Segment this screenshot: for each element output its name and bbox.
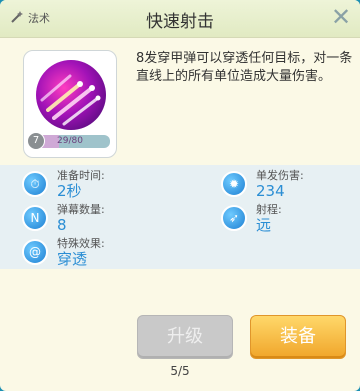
close-icon[interactable]: ✕ [328,4,354,30]
stat-label: 单发伤害: [256,168,304,182]
skill-detail-panel: 法术 快速射击 ✕ 29/80 7 8发穿甲弹可以穿透任何目标，对一条直线上的所… [0,0,360,391]
stat-value: 2秒 [57,181,82,200]
fast-shot-icon [36,60,106,130]
page-indicator: 5/5 [170,364,190,378]
upgrade-button[interactable]: 升级 [137,315,233,359]
stat-special-effect: @ 特殊效果: 穿透 [22,235,105,269]
panel-title: 快速射击 [146,12,214,32]
skill-description: 8发穿甲弹可以穿透任何目标，对一条直线上的所有单位造成大量伤害。 [136,51,353,84]
stat-value: 234 [256,181,285,200]
stat-value: 远 [256,215,272,234]
stat-barrage-count: N 弹幕数量: 8 [22,201,105,235]
range-icon: ➶ [221,205,247,231]
stat-single-damage: ✹ 单发伤害: 234 [221,167,304,201]
stat-value: 穿透 [57,249,88,268]
equip-button[interactable]: 装备 [250,315,346,359]
skill-card[interactable]: 29/80 7 [23,50,117,158]
stats-panel: ⏱ 准备时间: 2秒 ✹ 单发伤害: 234 N 弹幕数量: 8 ➶ 射程: 远… [0,165,360,269]
stat-label: 准备时间: [57,168,105,182]
stopwatch-icon: ⏱ [22,171,48,197]
explosion-icon: ✹ [221,171,247,197]
stat-label: 射程: [256,202,282,216]
barrage-count-icon: N [22,205,48,231]
stat-label: 弹幕数量: [57,202,105,216]
stat-value: 8 [57,215,67,234]
stat-range: ➶ 射程: 远 [221,201,282,235]
swirl-icon: @ [22,239,48,265]
stat-label: 特殊效果: [57,236,105,250]
stat-prep-time: ⏱ 准备时间: 2秒 [22,167,105,201]
level-badge: 7 [27,132,45,150]
title-bar: 法术 快速射击 ✕ [0,0,360,38]
